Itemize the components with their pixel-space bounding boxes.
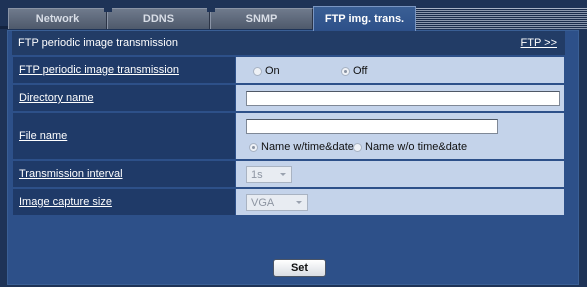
- chevron-down-icon: [280, 173, 286, 176]
- tab-ddns[interactable]: DDNS: [104, 6, 210, 29]
- tab-snmp[interactable]: SNMP: [207, 6, 313, 29]
- filename-input[interactable]: [246, 119, 498, 134]
- row-interval: Transmission interval 1s: [13, 161, 564, 187]
- filename-value: Name w/time&date Name w/o time&date: [236, 113, 564, 159]
- tab-ftp-label: FTP img. trans.: [324, 13, 405, 25]
- tab-notch: [207, 6, 215, 12]
- interval-select[interactable]: 1s: [246, 166, 292, 183]
- tab-ddns-label: DDNS: [142, 13, 175, 25]
- set-button[interactable]: Set: [273, 259, 326, 277]
- tab-network-label: Network: [35, 13, 80, 25]
- row-directory: Directory name: [13, 85, 564, 111]
- tab-snmp-label: SNMP: [245, 13, 278, 25]
- capture-size-label[interactable]: Image capture size: [13, 189, 235, 215]
- radio-icon: [353, 142, 362, 152]
- tab-notch: [104, 6, 112, 12]
- directory-label[interactable]: Directory name: [13, 85, 235, 111]
- tab-bar: Network DDNS SNMP FTP img. trans.: [0, 0, 587, 31]
- tab-bar-hatch: [416, 8, 587, 29]
- directory-input[interactable]: [246, 91, 560, 106]
- transmission-on-radio[interactable]: On: [253, 65, 280, 77]
- capture-size-value: VGA: [236, 189, 564, 215]
- interval-value: 1s: [236, 161, 564, 187]
- row-filename: File name Name w/time&date Name w/o time…: [13, 113, 564, 159]
- transmission-off-radio[interactable]: Off: [341, 65, 367, 77]
- section-title: FTP periodic image transmission: [18, 37, 178, 49]
- tab-network[interactable]: Network: [8, 8, 107, 29]
- name-with-time-label: Name w/time&date: [261, 141, 354, 153]
- tab-ftp-img-trans[interactable]: FTP img. trans.: [313, 6, 416, 31]
- name-with-time-radio[interactable]: Name w/time&date: [249, 141, 354, 153]
- row-transmission: FTP periodic image transmission On Off: [13, 57, 564, 83]
- name-without-time-radio[interactable]: Name w/o time&date: [353, 141, 467, 153]
- interval-label[interactable]: Transmission interval: [13, 161, 235, 187]
- radio-checked-icon: [249, 142, 258, 152]
- filename-label[interactable]: File name: [13, 113, 235, 159]
- interval-selected-value: 1s: [251, 168, 263, 181]
- section-header: FTP periodic image transmission FTP >>: [12, 31, 565, 55]
- transmission-on-label: On: [265, 65, 280, 77]
- transmission-label[interactable]: FTP periodic image transmission: [13, 57, 235, 83]
- chevron-down-icon: [296, 201, 302, 204]
- transmission-off-label: Off: [353, 65, 368, 77]
- radio-icon: [253, 66, 262, 76]
- ftp-link[interactable]: FTP >>: [521, 37, 557, 49]
- radio-checked-icon: [341, 66, 350, 76]
- directory-value: [236, 85, 564, 111]
- name-without-time-label: Name w/o time&date: [365, 141, 468, 153]
- transmission-value: On Off: [236, 57, 564, 83]
- capture-size-selected-value: VGA: [251, 196, 275, 209]
- capture-size-select[interactable]: VGA: [246, 194, 308, 211]
- row-capture-size: Image capture size VGA: [13, 189, 564, 215]
